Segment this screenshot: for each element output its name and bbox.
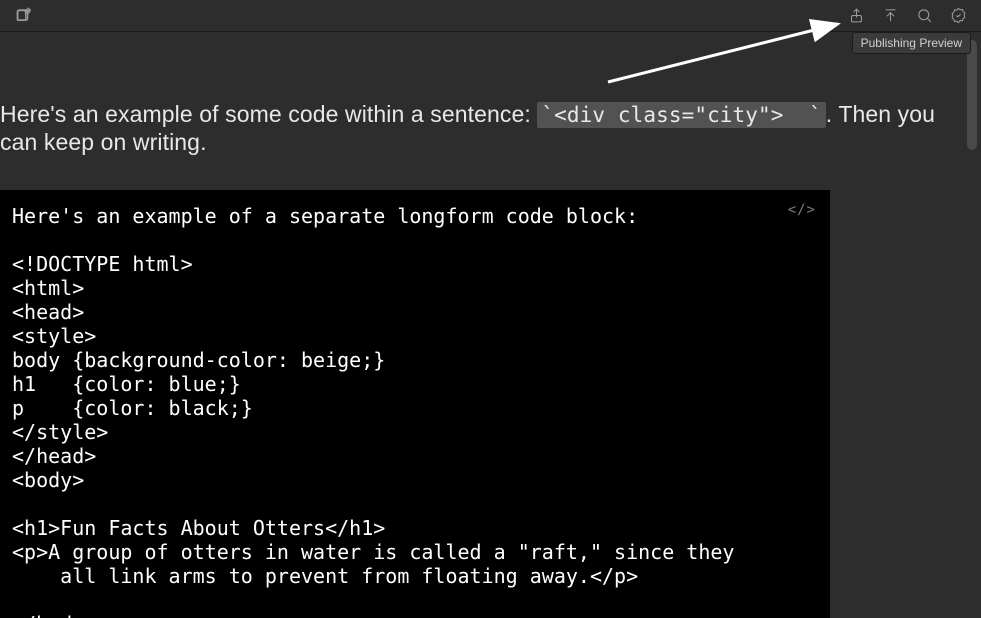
publish-icon[interactable]	[875, 3, 905, 29]
scrollbar-thumb[interactable]	[967, 40, 977, 150]
compose-icon[interactable]	[8, 3, 38, 29]
inline-code: `<div class="city"> `	[537, 102, 825, 128]
tooltip-publishing-preview: Publishing Preview	[852, 32, 971, 54]
toolbar	[0, 0, 981, 32]
paragraph-text-before: Here's an example of some code within a …	[0, 101, 537, 127]
toolbar-left	[8, 3, 38, 29]
editor-content[interactable]: Here's an example of some code within a …	[0, 33, 961, 618]
share-icon[interactable]	[841, 3, 871, 29]
code-block-content: Here's an example of a separate longform…	[12, 204, 818, 618]
paragraph[interactable]: Here's an example of some code within a …	[0, 33, 961, 156]
scrollbar[interactable]	[965, 40, 979, 616]
code-block[interactable]: </> Here's an example of a separate long…	[0, 190, 830, 618]
toolbar-right	[841, 3, 973, 29]
settings-badge-icon[interactable]	[943, 3, 973, 29]
search-icon[interactable]	[909, 3, 939, 29]
code-lang-badge-icon[interactable]: </>	[788, 202, 816, 218]
